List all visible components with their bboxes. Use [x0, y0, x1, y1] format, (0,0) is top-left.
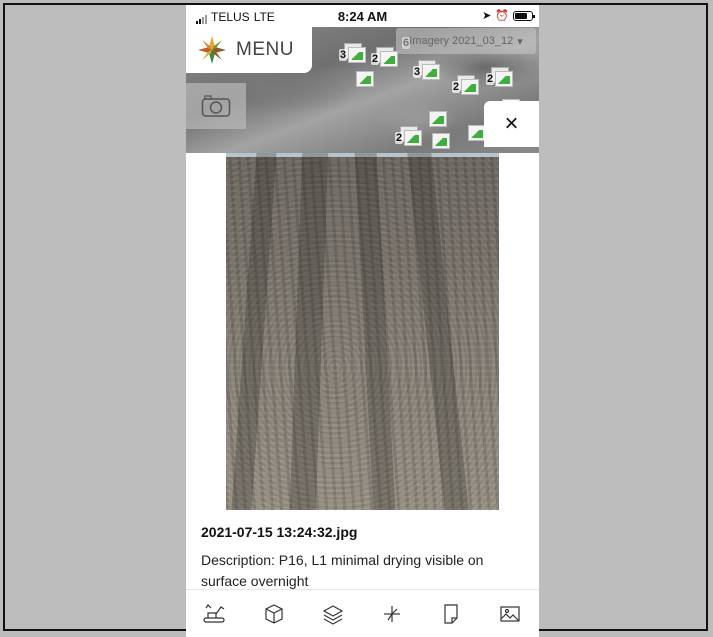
- photo-track: [354, 153, 396, 510]
- photo-track: [231, 153, 277, 510]
- imagery-selector[interactable]: Imagery 2021_03_12 ▾: [396, 28, 536, 54]
- camera-icon: [201, 95, 231, 117]
- image-icon[interactable]: [498, 602, 522, 626]
- caret-down-icon: ▾: [517, 35, 523, 48]
- photo-cluster-pin[interactable]: 2: [395, 126, 422, 146]
- photo-description: Description: P16, L1 minimal drying visi…: [201, 552, 484, 589]
- photo-cluster-pin[interactable]: 2: [486, 67, 513, 87]
- layers-icon[interactable]: [321, 602, 345, 626]
- photo-track: [289, 153, 329, 510]
- photo-pin[interactable]: [429, 111, 447, 127]
- close-button[interactable]: ×: [484, 101, 539, 147]
- excavator-icon[interactable]: [203, 602, 227, 626]
- photo-pin[interactable]: [432, 133, 450, 149]
- camera-button[interactable]: [186, 83, 246, 129]
- battery-icon: [513, 10, 535, 21]
- imagery-label: Imagery 2021_03_12: [409, 35, 514, 47]
- alarm-icon: ⏰: [495, 10, 509, 22]
- photo-cluster-pin[interactable]: 3: [339, 43, 366, 63]
- photo-cluster-pin[interactable]: 2: [452, 75, 479, 95]
- phone-screen: TELUS LTE 8:24 AM ➤ ⏰ 3 2 6 3 2 2: [186, 5, 539, 637]
- status-bar: TELUS LTE 8:24 AM ➤ ⏰: [186, 5, 539, 27]
- site-photo: [226, 153, 499, 510]
- photo-pin[interactable]: [356, 71, 374, 87]
- location-arrow-icon: ➤: [482, 10, 492, 22]
- photo-caption: 2021-07-15 13:24:32.jpg Description: P16…: [201, 524, 531, 592]
- photo-filename: 2021-07-15 13:24:32.jpg: [201, 524, 358, 540]
- measure-icon[interactable]: [380, 602, 404, 626]
- app-logo-icon: [198, 36, 226, 64]
- document-icon[interactable]: [439, 602, 463, 626]
- box-3d-icon[interactable]: [262, 602, 286, 626]
- menu-label: MENU: [236, 39, 294, 60]
- menu-button[interactable]: MENU: [186, 27, 312, 73]
- photo-cluster-pin[interactable]: 3: [413, 60, 440, 80]
- bottom-toolbar: [186, 589, 539, 637]
- close-icon: ×: [504, 110, 519, 137]
- photo-cluster-pin[interactable]: 2: [371, 47, 398, 67]
- photo-track: [407, 153, 469, 510]
- status-icons: ➤ ⏰: [482, 9, 535, 22]
